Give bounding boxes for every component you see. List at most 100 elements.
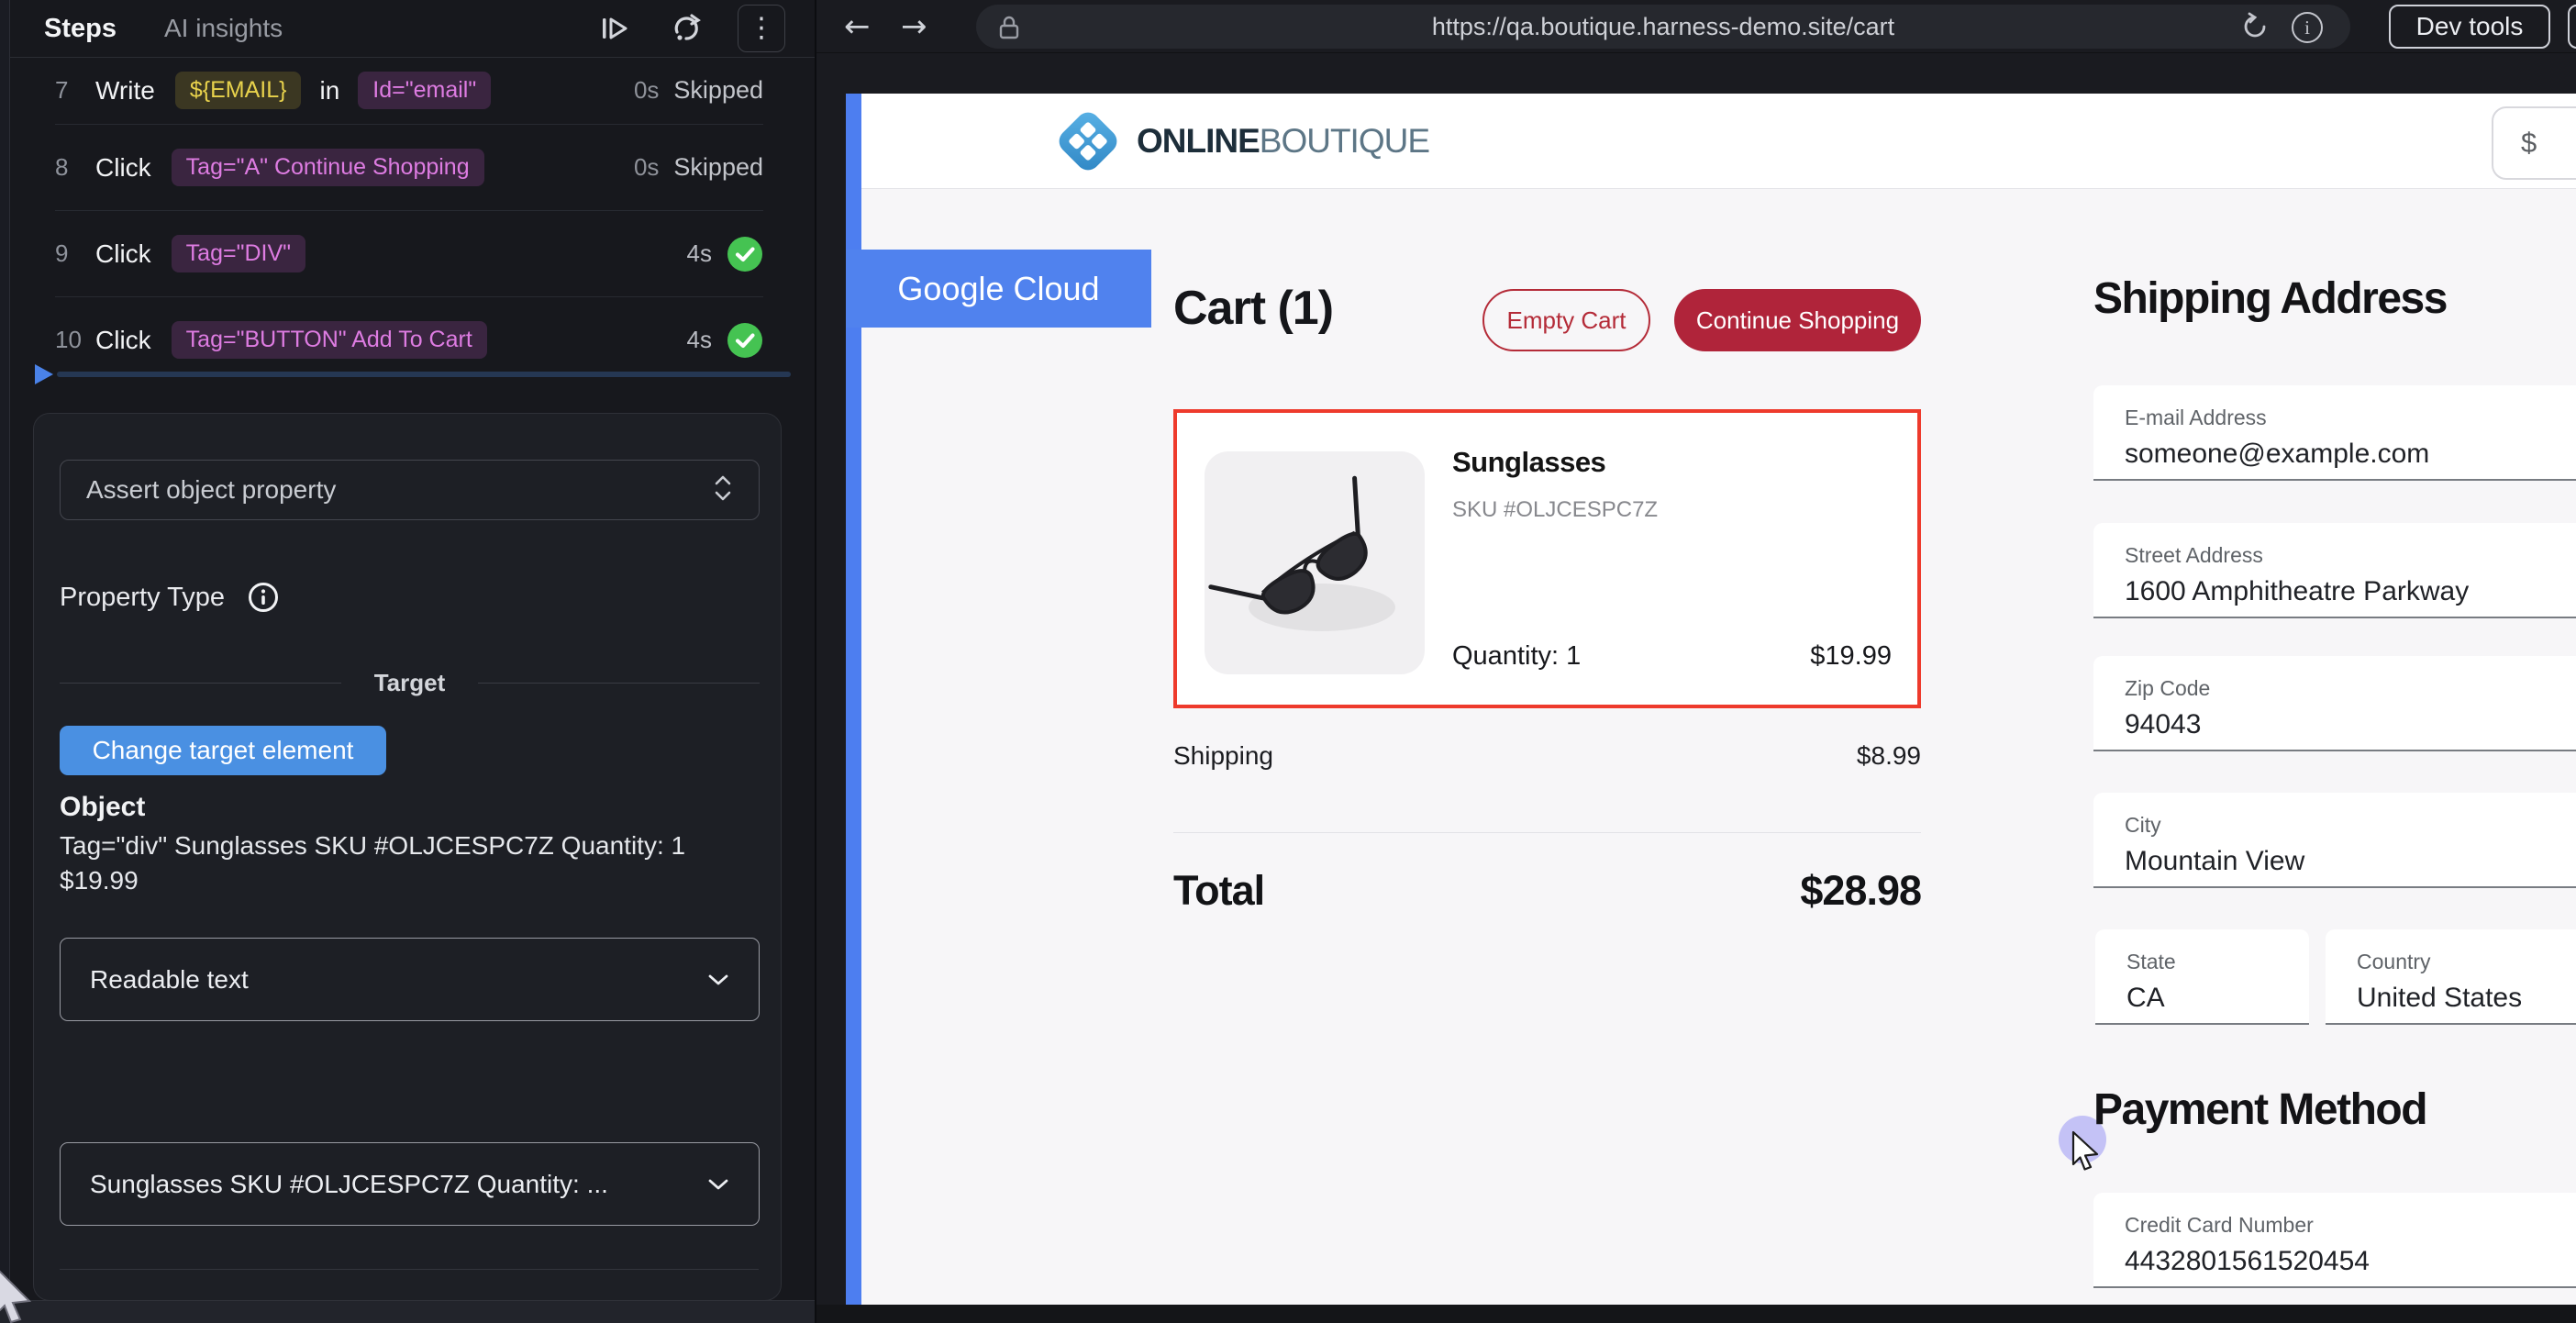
step-number: 7: [55, 76, 95, 105]
state-field[interactable]: State CA: [2095, 929, 2309, 1025]
step-passed-icon: [727, 236, 763, 272]
field-value: 1600 Amphitheatre Parkway: [2125, 576, 2576, 607]
browser-preview: ← → https://qa.boutique.harness-demo.sit…: [816, 0, 2576, 1323]
shipping-label: Shipping: [1173, 741, 1273, 771]
product-image: [1205, 451, 1425, 674]
test-steps-panel: Steps AI insights ⋮ 7 Write ${EMAIL} in …: [0, 0, 816, 1323]
object-heading: Object: [60, 792, 145, 823]
product-name: Sunglasses: [1452, 446, 1605, 479]
field-label: Zip Code: [2125, 676, 2576, 701]
step-number: 8: [55, 153, 95, 182]
rerun-icon[interactable]: [666, 8, 706, 49]
total-amount: $28.98: [1800, 867, 1921, 915]
assert-type-select[interactable]: Assert object property: [60, 460, 760, 520]
step-action: Write: [95, 76, 155, 106]
step-row-9[interactable]: 9 Click Tag="DIV" 4s: [9, 211, 815, 296]
reload-icon[interactable]: [2240, 12, 2270, 46]
assertion-editor-card: Assert object property Property Type Tar…: [33, 413, 782, 1301]
clipped-toolbar-button[interactable]: [2568, 5, 2576, 49]
chevron-down-icon: [707, 1178, 729, 1191]
url-bar[interactable]: https://qa.boutique.harness-demo.site/ca…: [976, 5, 2350, 49]
selector-badge: Tag="DIV": [172, 235, 305, 272]
shipping-row: Shipping $8.99: [1173, 741, 1921, 771]
divider: [1173, 832, 1921, 833]
target-label: Target: [374, 669, 446, 697]
panel-header: Steps AI insights ⋮: [9, 0, 815, 58]
product-sku: SKU #OLJCESPC7Z: [1452, 497, 1658, 523]
currency-selector[interactable]: $: [2492, 106, 2576, 180]
mouse-cursor: [2071, 1130, 2107, 1175]
panel-footer: [0, 1300, 815, 1323]
step-action: Click: [95, 239, 151, 269]
playhead-marker-icon: [35, 364, 53, 384]
field-value: 94043: [2125, 709, 2576, 740]
readable-text-dropdown[interactable]: Readable text: [60, 938, 760, 1021]
logo-text-light: BOUTIQUE: [1260, 122, 1429, 160]
zip-code-field[interactable]: Zip Code 94043: [2093, 656, 2576, 751]
step-duration: 4s: [687, 239, 712, 268]
logo-text-bold: ONLINE: [1137, 122, 1260, 160]
field-value: CA: [2126, 983, 2309, 1014]
field-value: Mountain View: [2125, 846, 2576, 877]
browser-bottom-bar: [816, 1305, 2576, 1323]
step-duration: 0s: [634, 153, 659, 182]
credit-card-number-field[interactable]: Credit Card Number 4432801561520454: [2093, 1193, 2576, 1288]
field-label: City: [2125, 813, 2576, 838]
dev-tools-button[interactable]: Dev tools: [2389, 5, 2550, 49]
info-icon[interactable]: [247, 581, 280, 614]
playhead-progress[interactable]: [9, 363, 815, 385]
property-type-label: Property Type: [60, 583, 225, 613]
more-options-icon[interactable]: ⋮: [738, 5, 785, 52]
field-label: Street Address: [2125, 543, 2576, 568]
shipping-amount: $8.99: [1857, 741, 1921, 771]
city-field[interactable]: City Mountain View: [2093, 793, 2576, 888]
tab-steps[interactable]: Steps: [44, 14, 117, 44]
empty-cart-button[interactable]: Empty Cart: [1482, 289, 1650, 351]
object-description: Tag="div" Sunglasses SKU #OLJCESPC7Z Qua…: [60, 828, 729, 898]
shop-logo-icon: [1052, 106, 1124, 177]
cart-item-card-highlighted[interactable]: Sunglasses SKU #OLJCESPC7Z Quantity: 1 $…: [1173, 409, 1921, 708]
step-number: 10: [55, 326, 95, 354]
chevron-down-icon: [707, 973, 729, 986]
shipping-address-heading: Shipping Address: [2093, 273, 2447, 324]
target-divider: Target: [60, 669, 760, 697]
payment-method-heading: Payment Method: [2093, 1084, 2426, 1135]
tab-ai-insights[interactable]: AI insights: [164, 14, 283, 43]
shop-logo[interactable]: ONLINEBOUTIQUE: [1052, 106, 1429, 177]
step-duration: 4s: [687, 326, 712, 354]
continue-shopping-button[interactable]: Continue Shopping: [1674, 289, 1921, 351]
cart-heading: Cart (1): [1173, 281, 1333, 336]
forward-icon[interactable]: →: [901, 0, 927, 52]
progress-track: [57, 372, 791, 377]
field-label: E-mail Address: [2125, 406, 2576, 430]
step-action: Click: [95, 153, 151, 183]
step-duration: 0s: [634, 76, 659, 105]
selector-badge: Id="email": [358, 72, 491, 109]
variable-badge: ${EMAIL}: [175, 72, 302, 109]
country-field[interactable]: Country United States: [2326, 929, 2576, 1025]
selector-badge: Tag="BUTTON" Add To Cart: [172, 321, 487, 359]
product-price: $19.99: [1810, 641, 1892, 672]
step-status: Skipped: [673, 153, 763, 182]
step-joiner: in: [319, 76, 339, 106]
email-field[interactable]: E-mail Address someone@example.com: [2093, 385, 2576, 481]
street-address-field[interactable]: Street Address 1600 Amphitheatre Parkway: [2093, 523, 2576, 618]
back-icon[interactable]: ←: [844, 0, 871, 52]
selector-badge: Tag="A" Continue Shopping: [172, 149, 484, 186]
run-from-step-icon[interactable]: [594, 8, 635, 49]
product-quantity: Quantity: 1: [1452, 641, 1581, 672]
object-text-dropdown[interactable]: Sunglasses SKU #OLJCESPC7Z Quantity: ...: [60, 1142, 760, 1226]
change-target-element-button[interactable]: Change target element: [60, 726, 386, 775]
field-value: someone@example.com: [2125, 439, 2576, 470]
currency-symbol: $: [2521, 127, 2537, 160]
google-cloud-badge: Google Cloud: [846, 250, 1151, 328]
page-info-icon[interactable]: i: [2292, 12, 2323, 43]
total-row: Total $28.98: [1173, 867, 1921, 915]
step-row-7[interactable]: 7 Write ${EMAIL} in Id="email" 0s Skippe…: [9, 57, 815, 124]
step-row-8[interactable]: 8 Click Tag="A" Continue Shopping 0s Ski…: [9, 125, 815, 210]
browser-toolbar: ← → https://qa.boutique.harness-demo.sit…: [816, 0, 2576, 53]
mouse-cursor: [0, 1268, 40, 1323]
field-value: 4432801561520454: [2125, 1246, 2576, 1277]
field-label: Country: [2357, 950, 2576, 974]
step-status: Skipped: [673, 76, 763, 105]
